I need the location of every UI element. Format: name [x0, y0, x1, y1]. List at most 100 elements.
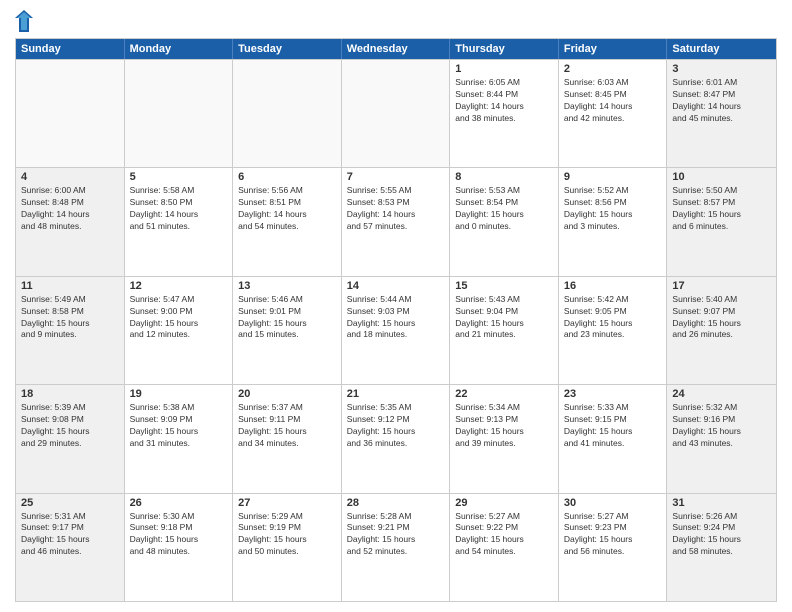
- day-detail: Sunrise: 5:56 AM Sunset: 8:51 PM Dayligh…: [238, 185, 336, 233]
- day-detail: Sunrise: 5:50 AM Sunset: 8:57 PM Dayligh…: [672, 185, 771, 233]
- calendar-cell: 28 Sunrise: 5:28 AM Sunset: 9:21 PM Dayli…: [342, 494, 451, 601]
- day-detail: Sunrise: 5:31 AM Sunset: 9:17 PM Dayligh…: [21, 511, 119, 559]
- calendar-cell: 17 Sunrise: 5:40 AM Sunset: 9:07 PM Dayli…: [667, 277, 776, 384]
- day-number: 24: [672, 388, 771, 400]
- calendar-day-header: Monday: [125, 39, 234, 59]
- day-number: 19: [130, 388, 228, 400]
- day-detail: Sunrise: 5:52 AM Sunset: 8:56 PM Dayligh…: [564, 185, 662, 233]
- day-number: 15: [455, 280, 553, 292]
- day-number: 5: [130, 171, 228, 183]
- calendar-cell: 8Sunrise: 5:53 AM Sunset: 8:54 PM Daylig…: [450, 168, 559, 275]
- day-detail: Sunrise: 5:38 AM Sunset: 9:09 PM Dayligh…: [130, 402, 228, 450]
- calendar-cell: 6 Sunrise: 5:56 AM Sunset: 8:51 PM Daylig…: [233, 168, 342, 275]
- day-number: 23: [564, 388, 662, 400]
- calendar-day-header: Tuesday: [233, 39, 342, 59]
- day-number: 4: [21, 171, 119, 183]
- day-number: 30: [564, 497, 662, 509]
- day-number: 3: [672, 63, 771, 75]
- day-number: 16: [564, 280, 662, 292]
- calendar-cell: 1 Sunrise: 6:05 AM Sunset: 8:44 PM Daylig…: [450, 60, 559, 167]
- day-detail: Sunrise: 6:00 AM Sunset: 8:48 PM Dayligh…: [21, 185, 119, 233]
- calendar-cell: 2 Sunrise: 6:03 AM Sunset: 8:45 PM Daylig…: [559, 60, 668, 167]
- page: SundayMondayTuesdayWednesdayThursdayFrid…: [0, 0, 792, 612]
- day-detail: Sunrise: 5:42 AM Sunset: 9:05 PM Dayligh…: [564, 294, 662, 342]
- day-number: 13: [238, 280, 336, 292]
- day-detail: Sunrise: 5:46 AM Sunset: 9:01 PM Dayligh…: [238, 294, 336, 342]
- day-number: 22: [455, 388, 553, 400]
- calendar-cell: 27 Sunrise: 5:29 AM Sunset: 9:19 PM Dayli…: [233, 494, 342, 601]
- day-detail: Sunrise: 5:32 AM Sunset: 9:16 PM Dayligh…: [672, 402, 771, 450]
- day-number: 11: [21, 280, 119, 292]
- day-number: 14: [347, 280, 445, 292]
- calendar-cell: 9Sunrise: 5:52 AM Sunset: 8:56 PM Daylig…: [559, 168, 668, 275]
- day-detail: Sunrise: 5:49 AM Sunset: 8:58 PM Dayligh…: [21, 294, 119, 342]
- calendar-cell: 3 Sunrise: 6:01 AM Sunset: 8:47 PM Daylig…: [667, 60, 776, 167]
- calendar-cell: 29 Sunrise: 5:27 AM Sunset: 9:22 PM Dayli…: [450, 494, 559, 601]
- day-detail: Sunrise: 5:47 AM Sunset: 9:00 PM Dayligh…: [130, 294, 228, 342]
- calendar-day-header: Wednesday: [342, 39, 451, 59]
- day-detail: Sunrise: 5:26 AM Sunset: 9:24 PM Dayligh…: [672, 511, 771, 559]
- calendar: SundayMondayTuesdayWednesdayThursdayFrid…: [15, 38, 777, 602]
- calendar-week-row: 18 Sunrise: 5:39 AM Sunset: 9:08 PM Dayli…: [16, 384, 776, 492]
- calendar-cell: 24 Sunrise: 5:32 AM Sunset: 9:16 PM Dayli…: [667, 385, 776, 492]
- calendar-day-header: Saturday: [667, 39, 776, 59]
- calendar-day-header: Friday: [559, 39, 668, 59]
- day-number: 29: [455, 497, 553, 509]
- calendar-week-row: 4 Sunrise: 6:00 AM Sunset: 8:48 PM Daylig…: [16, 167, 776, 275]
- day-number: 28: [347, 497, 445, 509]
- logo-area: [15, 10, 35, 32]
- day-detail: Sunrise: 5:28 AM Sunset: 9:21 PM Dayligh…: [347, 511, 445, 559]
- day-detail: Sunrise: 5:40 AM Sunset: 9:07 PM Dayligh…: [672, 294, 771, 342]
- calendar-cell: 25Sunrise: 5:31 AM Sunset: 9:17 PM Dayli…: [16, 494, 125, 601]
- calendar-cell: 7Sunrise: 5:55 AM Sunset: 8:53 PM Daylig…: [342, 168, 451, 275]
- logo-icon: [15, 10, 33, 32]
- day-number: 10: [672, 171, 771, 183]
- day-number: 17: [672, 280, 771, 292]
- day-number: 26: [130, 497, 228, 509]
- day-number: 31: [672, 497, 771, 509]
- day-number: 18: [21, 388, 119, 400]
- day-detail: Sunrise: 5:55 AM Sunset: 8:53 PM Dayligh…: [347, 185, 445, 233]
- day-number: 21: [347, 388, 445, 400]
- day-detail: Sunrise: 5:35 AM Sunset: 9:12 PM Dayligh…: [347, 402, 445, 450]
- calendar-cell: 23Sunrise: 5:33 AM Sunset: 9:15 PM Dayli…: [559, 385, 668, 492]
- day-detail: Sunrise: 6:03 AM Sunset: 8:45 PM Dayligh…: [564, 77, 662, 125]
- day-number: 20: [238, 388, 336, 400]
- calendar-cell: [233, 60, 342, 167]
- day-detail: Sunrise: 5:27 AM Sunset: 9:23 PM Dayligh…: [564, 511, 662, 559]
- calendar-cell: 19 Sunrise: 5:38 AM Sunset: 9:09 PM Dayli…: [125, 385, 234, 492]
- day-number: 1: [455, 63, 553, 75]
- day-number: 6: [238, 171, 336, 183]
- calendar-cell: [125, 60, 234, 167]
- calendar-day-header: Thursday: [450, 39, 559, 59]
- calendar-day-header: Sunday: [16, 39, 125, 59]
- day-detail: Sunrise: 5:27 AM Sunset: 9:22 PM Dayligh…: [455, 511, 553, 559]
- calendar-cell: 18 Sunrise: 5:39 AM Sunset: 9:08 PM Dayli…: [16, 385, 125, 492]
- day-number: 12: [130, 280, 228, 292]
- calendar-cell: 12 Sunrise: 5:47 AM Sunset: 9:00 PM Dayli…: [125, 277, 234, 384]
- calendar-cell: 16 Sunrise: 5:42 AM Sunset: 9:05 PM Dayli…: [559, 277, 668, 384]
- day-detail: Sunrise: 5:39 AM Sunset: 9:08 PM Dayligh…: [21, 402, 119, 450]
- day-detail: Sunrise: 6:05 AM Sunset: 8:44 PM Dayligh…: [455, 77, 553, 125]
- day-detail: Sunrise: 5:30 AM Sunset: 9:18 PM Dayligh…: [130, 511, 228, 559]
- calendar-cell: [342, 60, 451, 167]
- calendar-cell: 20Sunrise: 5:37 AM Sunset: 9:11 PM Dayli…: [233, 385, 342, 492]
- calendar-cell: 31 Sunrise: 5:26 AM Sunset: 9:24 PM Dayli…: [667, 494, 776, 601]
- day-number: 27: [238, 497, 336, 509]
- day-detail: Sunrise: 5:43 AM Sunset: 9:04 PM Dayligh…: [455, 294, 553, 342]
- calendar-cell: 21 Sunrise: 5:35 AM Sunset: 9:12 PM Dayli…: [342, 385, 451, 492]
- calendar-cell: 10 Sunrise: 5:50 AM Sunset: 8:57 PM Dayli…: [667, 168, 776, 275]
- calendar-week-row: 11 Sunrise: 5:49 AM Sunset: 8:58 PM Dayli…: [16, 276, 776, 384]
- calendar-header: SundayMondayTuesdayWednesdayThursdayFrid…: [16, 39, 776, 59]
- calendar-cell: 26 Sunrise: 5:30 AM Sunset: 9:18 PM Dayli…: [125, 494, 234, 601]
- day-number: 8: [455, 171, 553, 183]
- header: [15, 10, 777, 32]
- day-detail: Sunrise: 6:01 AM Sunset: 8:47 PM Dayligh…: [672, 77, 771, 125]
- calendar-cell: 14 Sunrise: 5:44 AM Sunset: 9:03 PM Dayli…: [342, 277, 451, 384]
- calendar-cell: 22Sunrise: 5:34 AM Sunset: 9:13 PM Dayli…: [450, 385, 559, 492]
- calendar-cell: 5Sunrise: 5:58 AM Sunset: 8:50 PM Daylig…: [125, 168, 234, 275]
- day-detail: Sunrise: 5:44 AM Sunset: 9:03 PM Dayligh…: [347, 294, 445, 342]
- calendar-cell: 15 Sunrise: 5:43 AM Sunset: 9:04 PM Dayli…: [450, 277, 559, 384]
- day-number: 2: [564, 63, 662, 75]
- day-detail: Sunrise: 5:29 AM Sunset: 9:19 PM Dayligh…: [238, 511, 336, 559]
